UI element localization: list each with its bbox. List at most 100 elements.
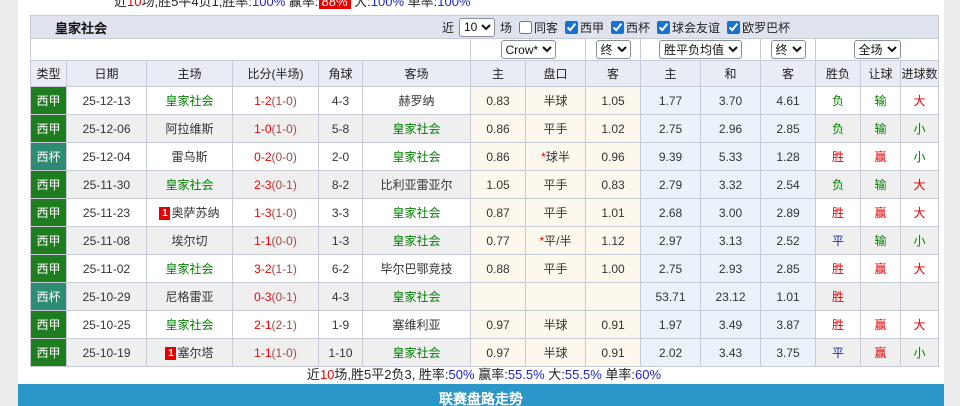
away-team: 比利亚雷亚尔 — [362, 170, 471, 199]
score: 1-0(1-0) — [232, 114, 319, 143]
asian-away-odds — [585, 282, 641, 311]
asian-home-odds: 0.86 — [470, 114, 526, 143]
goals-result: 小 — [899, 114, 940, 143]
league-type-badge: 西杯 — [30, 142, 67, 171]
euro-away-odds: 2.89 — [760, 198, 816, 227]
league-type-badge: 西甲 — [30, 170, 67, 199]
match-date: 25-12-13 — [66, 86, 147, 115]
asian-handicap-line: 平手 — [525, 198, 586, 227]
euro-away-odds: 2.52 — [760, 226, 816, 255]
euro-time-select[interactable]: 终 — [770, 40, 806, 59]
asian-home-odds: 0.83 — [470, 86, 526, 115]
euro-home-odds: 1.97 — [640, 310, 701, 339]
euro-away-odds: 4.61 — [760, 86, 816, 115]
goals-result: 大 — [899, 86, 940, 115]
asian-home-odds — [470, 282, 526, 311]
corners: 5-8 — [318, 114, 363, 143]
asian-handicap-line: 平手 — [525, 254, 586, 283]
league-type-badge: 西甲 — [30, 254, 67, 283]
europa-label: 欧罗巴杯 — [742, 20, 791, 35]
table-row: 西甲 25-11-08 埃尔切 1-1(0-0) 1-3 皇家社会 0.77 *… — [30, 226, 940, 255]
table-row: 西甲 25-11-30 皇家社会 2-3(0-1) 8-2 比利亚雷亚尔 1.0… — [30, 170, 940, 199]
asian-handicap-line: 半球 — [525, 310, 586, 339]
col-asian-away: 客 — [585, 60, 641, 87]
col-date: 日期 — [66, 60, 147, 87]
away-team: 皇家社会 — [362, 198, 471, 227]
score: 3-2(1-1) — [232, 254, 319, 283]
match-result: 平 — [815, 226, 861, 255]
euro-home-odds: 2.75 — [640, 254, 701, 283]
goals-result: 小 — [899, 226, 940, 255]
europa-checkbox[interactable] — [727, 20, 741, 34]
euro-home-odds: 2.75 — [640, 114, 701, 143]
col-goals: 进球数 — [899, 60, 940, 87]
matches-tbody: 西甲 25-12-13 皇家社会 1-2(1-0) 4-3 赫罗纳 0.83 半… — [30, 86, 940, 367]
asian-handicap-line: 半球 — [525, 338, 586, 367]
handicap-result: 赢 — [860, 142, 901, 171]
home-team: 阿拉维斯 — [146, 114, 233, 143]
score: 1-1(0-0) — [232, 226, 319, 255]
match-result: 胜 — [815, 254, 861, 283]
league-filter-europa[interactable]: 欧罗巴杯 — [723, 19, 790, 36]
matches-label: 场 — [499, 20, 512, 35]
recent-label: 近 — [441, 20, 454, 35]
euro-home-odds: 53.71 — [640, 282, 701, 311]
league-trend-bar: 联赛盘路走势 — [18, 384, 944, 406]
league-type-badge: 西甲 — [30, 86, 67, 115]
handicap-result: 赢 — [860, 254, 901, 283]
match-date: 25-12-06 — [66, 114, 147, 143]
table-row: 西甲 25-12-13 皇家社会 1-2(1-0) 4-3 赫罗纳 0.83 半… — [30, 86, 940, 115]
away-team: 皇家社会 — [362, 142, 471, 171]
goals-result: 小 — [899, 338, 940, 367]
match-date: 25-11-02 — [66, 254, 147, 283]
euro-home-odds: 2.79 — [640, 170, 701, 199]
col-euro-home: 主 — [640, 60, 701, 87]
euro-away-odds: 2.85 — [760, 114, 816, 143]
table-row: 西甲 25-11-02 皇家社会 3-2(1-1) 6-2 毕尔巴鄂竞技 0.8… — [30, 254, 940, 283]
score: 0-2(0-0) — [232, 142, 319, 171]
goals-result: 大 — [899, 310, 940, 339]
euro-source-select[interactable]: 胜平负均值 — [659, 40, 742, 59]
asian-handicap-line: 半球 — [525, 86, 586, 115]
match-result: 胜 — [815, 198, 861, 227]
page: 近10场,胜5平4负1,胜率:100% 赢率: 88% 大:100% 单率:100… — [0, 0, 960, 406]
panel-team-name: 皇家社会 — [55, 20, 108, 36]
asian-away-odds: 1.01 — [585, 198, 641, 227]
friendly-checkbox[interactable] — [657, 20, 671, 34]
col-euro-away: 客 — [760, 60, 816, 87]
laliga-checkbox[interactable] — [565, 20, 579, 34]
league-filter-copa[interactable]: 西杯 — [607, 19, 650, 36]
goals-result: 大 — [899, 170, 940, 199]
match-date: 25-10-29 — [66, 282, 147, 311]
col-score: 比分(半场) — [232, 60, 319, 87]
copa-checkbox[interactable] — [611, 20, 625, 34]
asian-handicap-line: *球半 — [525, 142, 586, 171]
match-date: 25-12-04 — [66, 142, 147, 171]
scope-select[interactable]: 全场 — [853, 40, 901, 59]
same-venue-label: 同客 — [534, 20, 559, 35]
match-date: 25-11-30 — [66, 170, 147, 199]
home-team: 1 奥萨苏纳 — [146, 198, 233, 227]
asian-home-odds: 0.97 — [470, 310, 526, 339]
handicap-result: 赢 — [860, 310, 901, 339]
asian-handicap-line: 平手 — [525, 170, 586, 199]
asian-home-odds: 0.88 — [470, 254, 526, 283]
controls-spacer — [30, 38, 471, 61]
same-venue-filter[interactable]: 同客 — [515, 19, 558, 36]
asian-time-select[interactable]: 终 — [595, 40, 631, 59]
handicap-result: 赢 — [860, 198, 901, 227]
recent-count-select[interactable]: 10 — [458, 17, 495, 37]
col-asian-home: 主 — [470, 60, 526, 87]
home-team: 皇家社会 — [146, 310, 233, 339]
league-filter-friendly[interactable]: 球会友谊 — [653, 19, 720, 36]
filter-bar: 近 10 场 同客 西甲 西杯 球会友谊 欧罗巴杯 — [441, 17, 790, 37]
table-row: 西甲 25-11-23 1 奥萨苏纳 1-3(1-0) 3-3 皇家社会 0.87… — [30, 198, 940, 227]
same-venue-checkbox[interactable] — [519, 20, 532, 34]
euro-away-odds: 1.01 — [760, 282, 816, 311]
home-team: 皇家社会 — [146, 170, 233, 199]
table-row: 西杯 25-10-29 尼格雷亚 0-3(0-1) 4-3 皇家社会 53.71… — [30, 282, 940, 311]
column-header-row: 类型 日期 主场 比分(半场) 角球 客场 主 盘口 客 主 和 客 胜负 让球… — [30, 60, 940, 87]
league-filter-laliga[interactable]: 西甲 — [561, 19, 604, 36]
bookmaker-select[interactable]: Crow* — [500, 40, 556, 59]
euro-draw-odds: 3.70 — [700, 86, 761, 115]
